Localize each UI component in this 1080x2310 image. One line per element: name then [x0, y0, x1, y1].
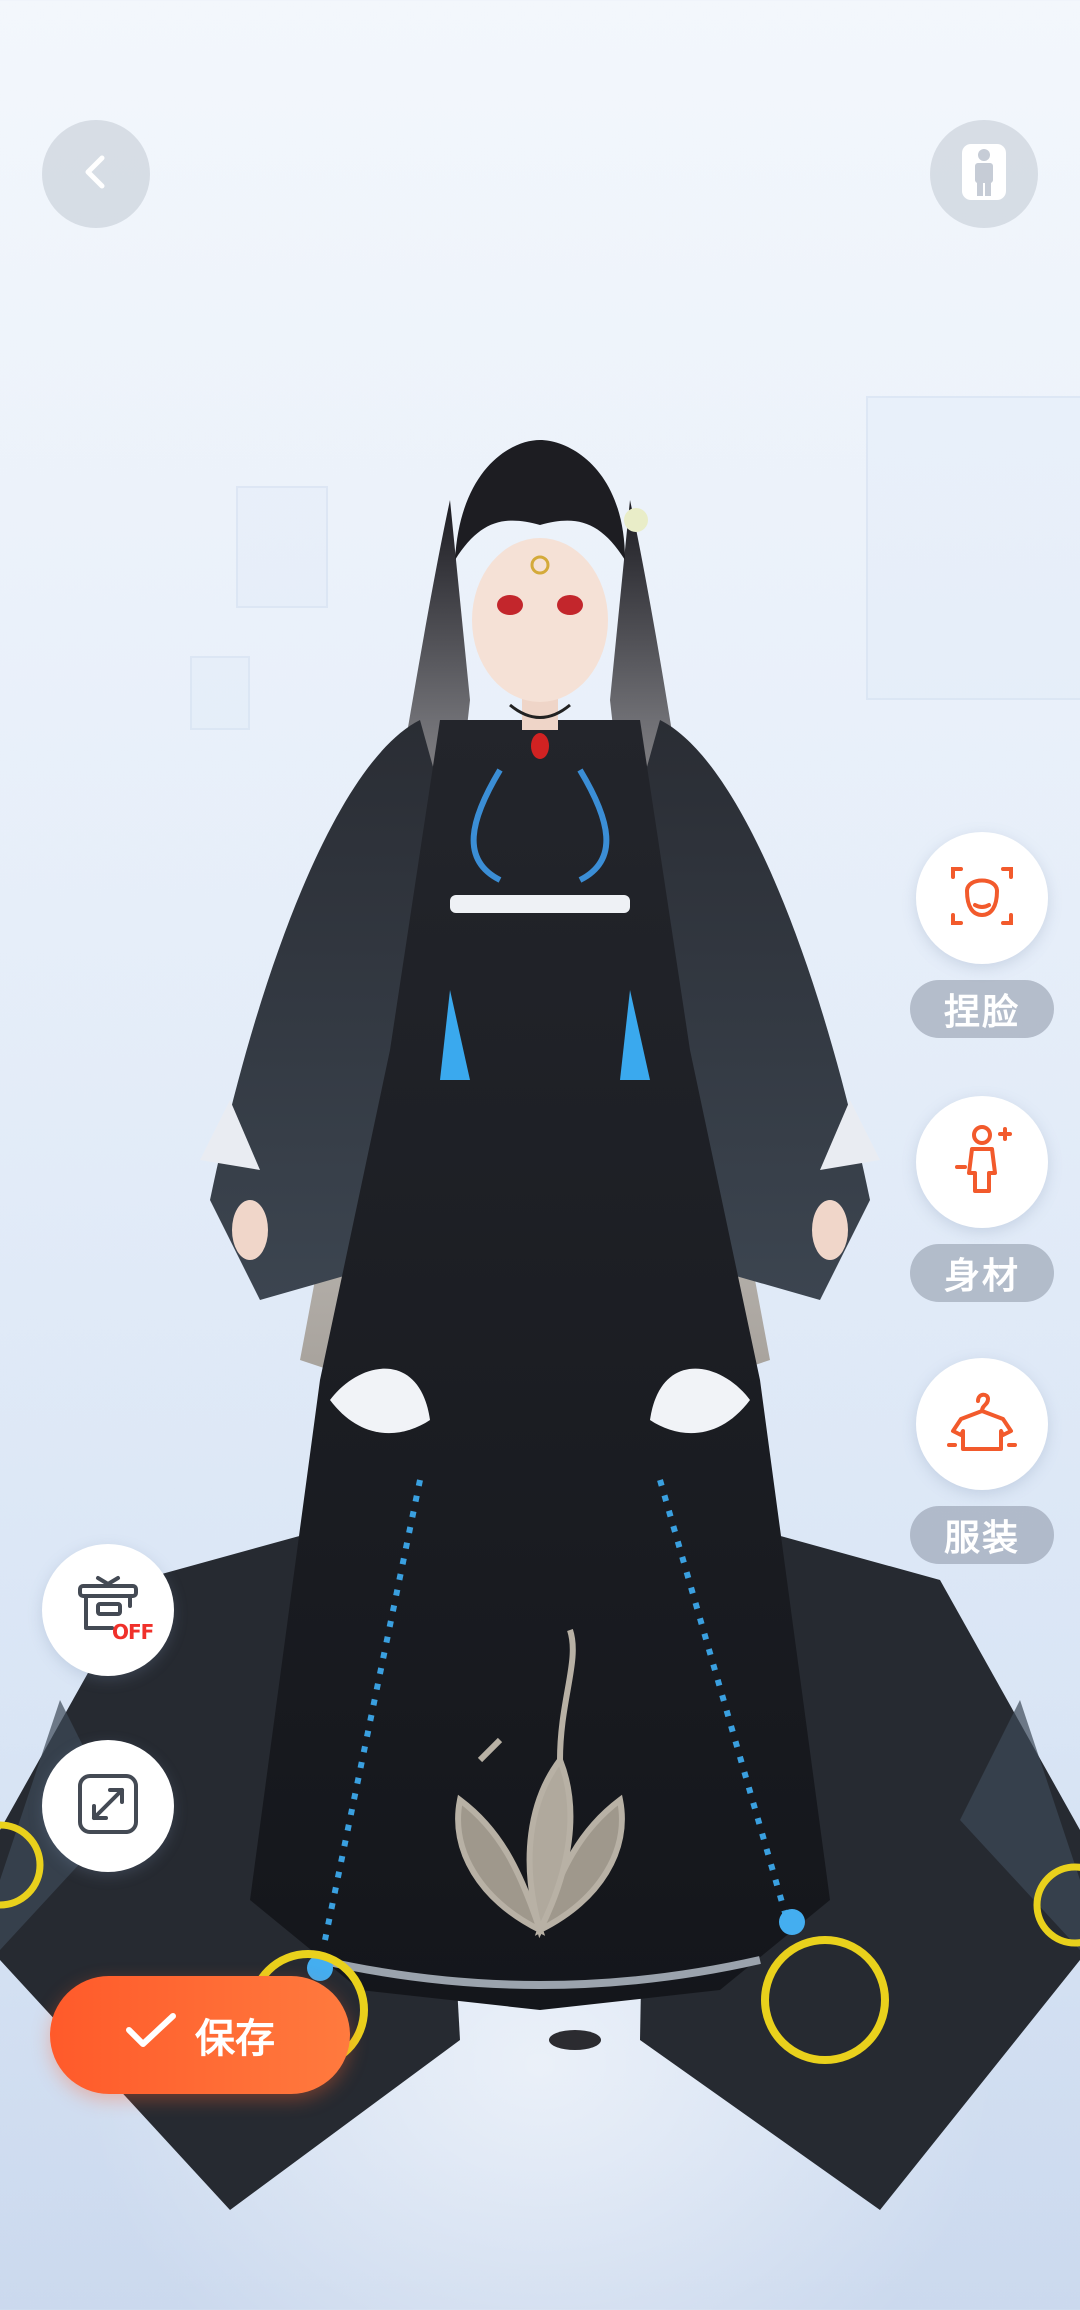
- body-shape-label: 身材: [910, 1244, 1054, 1302]
- body-shape-tool[interactable]: 身材: [908, 1096, 1056, 1302]
- display-stand-icon: OFF: [68, 1572, 154, 1648]
- body-shape-icon: [947, 1123, 1017, 1201]
- save-label: 保存: [195, 2016, 275, 2062]
- face-edit-tool[interactable]: 捏脸: [908, 832, 1056, 1038]
- fullscreen-button[interactable]: [42, 1740, 174, 1872]
- expand-icon: [74, 1770, 142, 1842]
- clothing-label: 服装: [910, 1506, 1054, 1564]
- person-pose-icon: [960, 142, 1008, 206]
- showcase-state-label: OFF: [112, 1620, 154, 1644]
- showcase-toggle-button[interactable]: OFF: [42, 1544, 174, 1676]
- chevron-left-icon: [76, 152, 116, 196]
- back-button[interactable]: [42, 120, 150, 228]
- clothing-button[interactable]: [916, 1358, 1048, 1490]
- save-button[interactable]: 保存: [50, 1976, 350, 2094]
- clothing-tool[interactable]: 服装: [908, 1358, 1056, 1564]
- clothing-hanger-icon: [945, 1387, 1019, 1461]
- body-shape-button[interactable]: [916, 1096, 1048, 1228]
- checkmark-icon: [125, 2010, 177, 2060]
- pose-button[interactable]: [930, 120, 1038, 228]
- face-edit-label: 捏脸: [910, 980, 1054, 1038]
- face-edit-icon: [947, 861, 1017, 935]
- face-edit-button[interactable]: [916, 832, 1048, 964]
